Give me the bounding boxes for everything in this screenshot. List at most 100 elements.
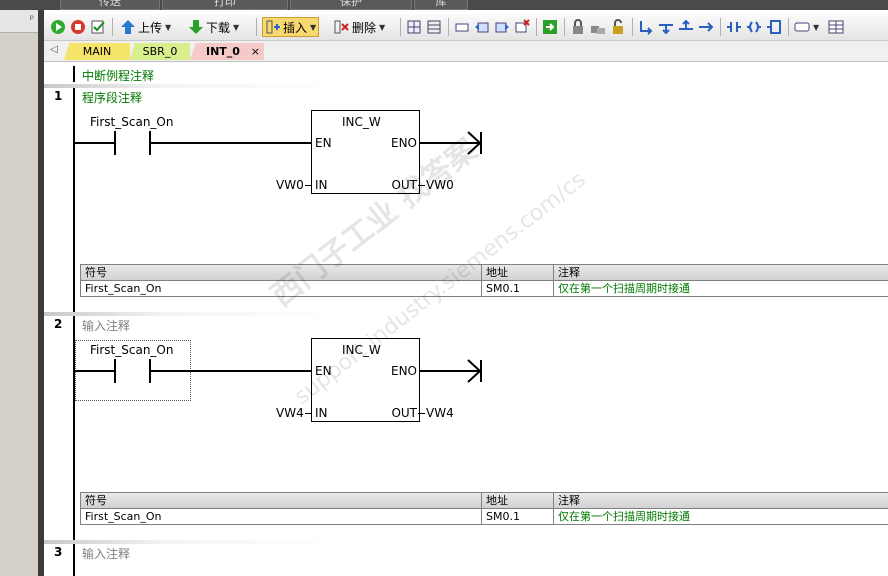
coil-icon bbox=[747, 21, 761, 33]
col-address[interactable]: 地址 bbox=[482, 493, 554, 508]
toolbar-separator bbox=[400, 18, 401, 36]
lock-multi-icon bbox=[591, 26, 605, 34]
tab-scroll-left-icon[interactable]: ◁ bbox=[50, 44, 58, 55]
toolbar-separator bbox=[256, 18, 257, 36]
out-wire bbox=[418, 413, 425, 414]
bookmark-back-button[interactable] bbox=[474, 18, 490, 36]
ribbon-tab-library[interactable]: 库 bbox=[414, 0, 468, 10]
symbol-table-icon bbox=[427, 20, 441, 34]
rung-wire bbox=[75, 142, 115, 144]
branch-line-up-button[interactable] bbox=[678, 18, 694, 36]
stop-button[interactable] bbox=[70, 18, 86, 36]
line-up-icon bbox=[679, 19, 693, 30]
upload-arrow-icon bbox=[121, 20, 135, 34]
lock-icon bbox=[573, 19, 583, 34]
branch-down-button[interactable] bbox=[638, 18, 654, 36]
delete-button[interactable]: 删除 ▼ bbox=[334, 18, 385, 36]
symbol-table-header: 符号 地址 注释 bbox=[81, 493, 888, 509]
insert-button[interactable]: 插入 ▼ bbox=[262, 17, 320, 37]
insert-coil-button[interactable] bbox=[746, 18, 762, 36]
rung-wire bbox=[151, 370, 312, 372]
comment-toggle-button[interactable]: ▼ bbox=[794, 18, 819, 36]
routine-rail bbox=[73, 66, 75, 82]
toolbar-separator bbox=[720, 18, 721, 36]
toolbar-separator bbox=[788, 18, 789, 36]
ribbon-tab-print[interactable]: 打印 bbox=[162, 0, 288, 10]
network-separator bbox=[44, 540, 344, 544]
lock-all-button[interactable] bbox=[590, 18, 606, 36]
contact-symbol-label[interactable]: First_Scan_On bbox=[90, 115, 173, 129]
chevron-down-icon[interactable]: ▼ bbox=[813, 23, 819, 32]
rectangle-icon bbox=[455, 23, 469, 32]
upload-button[interactable]: 上传 ▼ bbox=[120, 18, 171, 36]
toolbar-separator bbox=[536, 18, 537, 36]
contact-icon bbox=[727, 22, 741, 32]
comment-cell: 仅在第一个扫描周期时接通 bbox=[558, 282, 690, 295]
network-view-button[interactable] bbox=[406, 18, 422, 36]
network-comment[interactable]: 程序段注释 bbox=[82, 89, 142, 106]
insert-contact-button[interactable] bbox=[726, 18, 742, 36]
col-comment[interactable]: 注释 bbox=[554, 493, 888, 508]
insert-box-button[interactable] bbox=[766, 18, 782, 36]
program-editor-toolbar: 上传 ▼ 下载 ▼ 插入 ▼ 删除 ▼ ▼ bbox=[44, 14, 888, 41]
power-rail bbox=[73, 544, 75, 576]
network-number[interactable]: 3 bbox=[54, 545, 62, 559]
in-operand[interactable]: VW0 bbox=[276, 178, 304, 192]
pin-icon[interactable]: ᵖ bbox=[30, 14, 34, 25]
col-address[interactable]: 地址 bbox=[482, 265, 554, 280]
tab-sbr0[interactable]: SBR_0 bbox=[130, 43, 190, 60]
contact-bar-left[interactable] bbox=[114, 131, 116, 155]
bookmark-next-button[interactable] bbox=[494, 18, 510, 36]
delete-icon bbox=[334, 20, 349, 34]
symbol-info-button[interactable] bbox=[828, 18, 844, 36]
chevron-down-icon[interactable]: ▼ bbox=[233, 23, 239, 32]
lock-button[interactable] bbox=[570, 18, 586, 36]
compile-button[interactable] bbox=[90, 18, 106, 36]
network-comment[interactable]: 输入注释 bbox=[82, 545, 130, 562]
col-symbol[interactable]: 符号 bbox=[81, 493, 482, 508]
bookmark-clear-icon bbox=[515, 19, 530, 33]
chevron-down-icon[interactable]: ▼ bbox=[310, 23, 316, 32]
run-icon bbox=[51, 20, 65, 34]
in-operand[interactable]: VW4 bbox=[276, 406, 304, 420]
branch-line-down-button[interactable] bbox=[658, 18, 674, 36]
goto-button[interactable] bbox=[542, 18, 558, 36]
comment-icon bbox=[794, 22, 810, 32]
box-title: INC_W bbox=[342, 115, 381, 129]
contact-bar-left[interactable] bbox=[114, 359, 116, 383]
symbol-view-button[interactable] bbox=[426, 18, 442, 36]
view-lad-button[interactable] bbox=[454, 18, 470, 36]
table-row[interactable]: First_Scan_On SM0.1 仅在第一个扫描周期时接通 bbox=[81, 509, 888, 524]
box-icon bbox=[767, 20, 781, 34]
pou-tab-bar: ◁ MAIN SBR_0 INT_0 × bbox=[44, 41, 888, 62]
tab-int0[interactable]: INT_0 × bbox=[190, 43, 264, 60]
bookmark-clear-button[interactable] bbox=[514, 18, 530, 36]
address-cell: SM0.1 bbox=[482, 509, 554, 524]
unlock-button[interactable] bbox=[610, 18, 626, 36]
toolbar-separator bbox=[112, 18, 113, 36]
top-ribbon-strip: 传送 打印 保护 库 bbox=[0, 0, 888, 10]
line-right-button[interactable] bbox=[698, 18, 714, 36]
network-number[interactable]: 2 bbox=[54, 317, 62, 331]
network-number[interactable]: 1 bbox=[54, 89, 62, 103]
address-cell: SM0.1 bbox=[482, 281, 554, 296]
ribbon-tab-transfer[interactable]: 传送 bbox=[60, 0, 160, 10]
project-tree-pane: ᵖ bbox=[0, 10, 39, 576]
symbol-cell: First_Scan_On bbox=[81, 509, 482, 524]
chevron-down-icon[interactable]: ▼ bbox=[379, 23, 385, 32]
out-operand[interactable]: VW4 bbox=[426, 406, 454, 420]
contact-symbol-label[interactable]: First_Scan_On bbox=[90, 343, 173, 357]
run-button[interactable] bbox=[50, 18, 66, 36]
network-comment[interactable]: 输入注释 bbox=[82, 317, 130, 334]
insert-icon bbox=[266, 20, 280, 34]
col-comment[interactable]: 注释 bbox=[554, 265, 888, 280]
ribbon-tab-protect[interactable]: 保护 bbox=[290, 0, 412, 10]
eno-pin: ENO bbox=[390, 136, 417, 150]
chevron-down-icon[interactable]: ▼ bbox=[165, 23, 171, 32]
insert-label: 插入 bbox=[283, 20, 308, 35]
table-row[interactable]: First_Scan_On SM0.1 仅在第一个扫描周期时接通 bbox=[81, 281, 888, 296]
download-button[interactable]: 下载 ▼ bbox=[188, 18, 239, 36]
close-icon[interactable]: × bbox=[251, 43, 260, 60]
routine-comment[interactable]: 中断例程注释 bbox=[82, 67, 154, 84]
tab-main[interactable]: MAIN bbox=[64, 43, 130, 60]
